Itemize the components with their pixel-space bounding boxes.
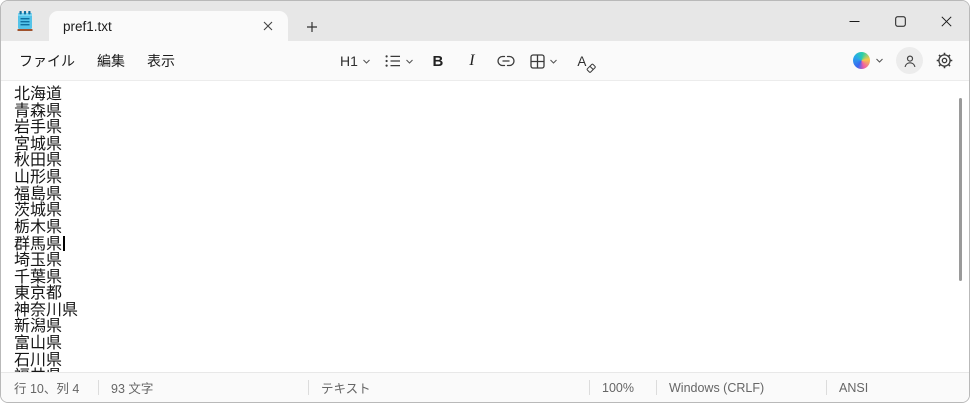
editor-line: 東京都 bbox=[14, 285, 63, 303]
chevron-down-icon bbox=[550, 59, 557, 64]
editor-line: 埼玉県 bbox=[14, 251, 63, 269]
vertical-scrollbar[interactable] bbox=[959, 98, 962, 281]
status-bar: 行 10、列 4 93 文字 テキスト 100% Windows (CRLF) … bbox=[1, 372, 969, 402]
menu-edit[interactable]: 編集 bbox=[87, 45, 135, 77]
copilot-button[interactable] bbox=[847, 46, 890, 76]
status-zoom-level[interactable]: 100% bbox=[589, 373, 656, 402]
titlebar-drag-region[interactable] bbox=[326, 1, 831, 41]
settings-button[interactable] bbox=[929, 46, 959, 76]
menu-view[interactable]: 表示 bbox=[137, 45, 185, 77]
format-toolbar: H1 B I A bbox=[335, 41, 597, 81]
editor-line: 宮城県 bbox=[14, 135, 63, 153]
close-icon bbox=[263, 21, 273, 31]
editor-line: 群馬県 bbox=[14, 236, 969, 253]
editor-line: 神奈川県 bbox=[14, 301, 79, 319]
editor-line: 岩手県 bbox=[14, 119, 63, 137]
status-encoding[interactable]: ANSI bbox=[826, 373, 969, 402]
editor-line: 千葉県 bbox=[14, 268, 63, 286]
close-window-button[interactable] bbox=[923, 1, 969, 41]
window-controls bbox=[831, 1, 969, 41]
link-icon bbox=[497, 55, 515, 67]
notepad-window: pref1.txt ファイル 編集 表示 H1 B I A 北海道 青森県 岩手… bbox=[0, 0, 970, 403]
heading-label: H1 bbox=[340, 53, 358, 69]
bold-label: B bbox=[432, 52, 444, 70]
heading-style-button[interactable]: H1 bbox=[335, 46, 376, 76]
editor-line: 栃木県 bbox=[14, 218, 63, 236]
menu-toolbar-row: ファイル 編集 表示 H1 B I A bbox=[1, 41, 969, 81]
list-icon bbox=[385, 55, 400, 67]
clear-formatting-button[interactable]: A bbox=[567, 46, 597, 76]
clear-formatting-icon bbox=[586, 63, 596, 73]
link-button[interactable] bbox=[491, 46, 521, 76]
status-char-count: 93 文字 bbox=[98, 373, 308, 402]
maximize-icon bbox=[894, 15, 906, 27]
italic-label: I bbox=[469, 52, 475, 69]
table-button[interactable] bbox=[525, 46, 563, 76]
chevron-down-icon bbox=[876, 58, 883, 63]
text-editor[interactable]: 北海道 青森県 岩手県 宮城県 秋田県 山形県 福島県 茨城県 栃木県 群馬県 埼玉県 千葉県 東京都神… bbox=[1, 81, 969, 372]
status-line-ending[interactable]: Windows (CRLF) bbox=[656, 373, 826, 402]
chevron-down-icon bbox=[363, 59, 370, 64]
title-bar: pref1.txt bbox=[1, 1, 969, 41]
maximize-button[interactable] bbox=[877, 1, 923, 41]
account-button[interactable] bbox=[896, 47, 923, 74]
bold-button[interactable]: B bbox=[423, 46, 453, 76]
close-icon bbox=[940, 15, 952, 27]
status-cursor-position: 行 10、列 4 bbox=[14, 382, 80, 396]
editor-line: 新潟県 bbox=[14, 318, 63, 336]
app-icon-container bbox=[1, 1, 49, 41]
editor-line: 石川県 bbox=[14, 351, 63, 369]
editor-line: 福島県 bbox=[14, 185, 63, 203]
status-document-type: テキスト bbox=[308, 373, 589, 402]
copilot-icon bbox=[853, 52, 870, 69]
editor-line: 山形県 bbox=[14, 168, 63, 186]
list-button[interactable] bbox=[380, 46, 419, 76]
chevron-down-icon bbox=[406, 59, 413, 64]
editor-line: 茨城県 bbox=[14, 202, 63, 220]
right-toolbar bbox=[847, 46, 959, 76]
menu-file[interactable]: ファイル bbox=[9, 45, 85, 77]
table-icon bbox=[530, 53, 545, 69]
notepad-app-icon bbox=[17, 11, 33, 31]
tab-pref1[interactable]: pref1.txt bbox=[49, 11, 288, 41]
settings-gear-icon bbox=[936, 52, 952, 69]
tab-title: pref1.txt bbox=[63, 18, 112, 34]
tab-close-button[interactable] bbox=[256, 14, 280, 38]
text-caret bbox=[63, 236, 65, 252]
editor-line: 秋田県 bbox=[14, 152, 63, 170]
new-tab-button[interactable] bbox=[298, 13, 326, 41]
minimize-icon bbox=[849, 20, 859, 22]
plus-icon bbox=[307, 22, 317, 32]
editor-line: 北海道 bbox=[14, 86, 63, 103]
editor-content: 北海道 青森県 岩手県 宮城県 秋田県 山形県 福島県 茨城県 栃木県 群馬県 埼玉県 千葉県 東京都神… bbox=[14, 86, 969, 372]
editor-line: 青森県 bbox=[14, 102, 63, 120]
account-icon bbox=[904, 54, 915, 67]
minimize-button[interactable] bbox=[831, 1, 877, 41]
italic-button[interactable]: I bbox=[457, 46, 487, 76]
editor-line: 福井県 bbox=[14, 368, 969, 372]
editor-line: 富山県 bbox=[14, 334, 63, 352]
